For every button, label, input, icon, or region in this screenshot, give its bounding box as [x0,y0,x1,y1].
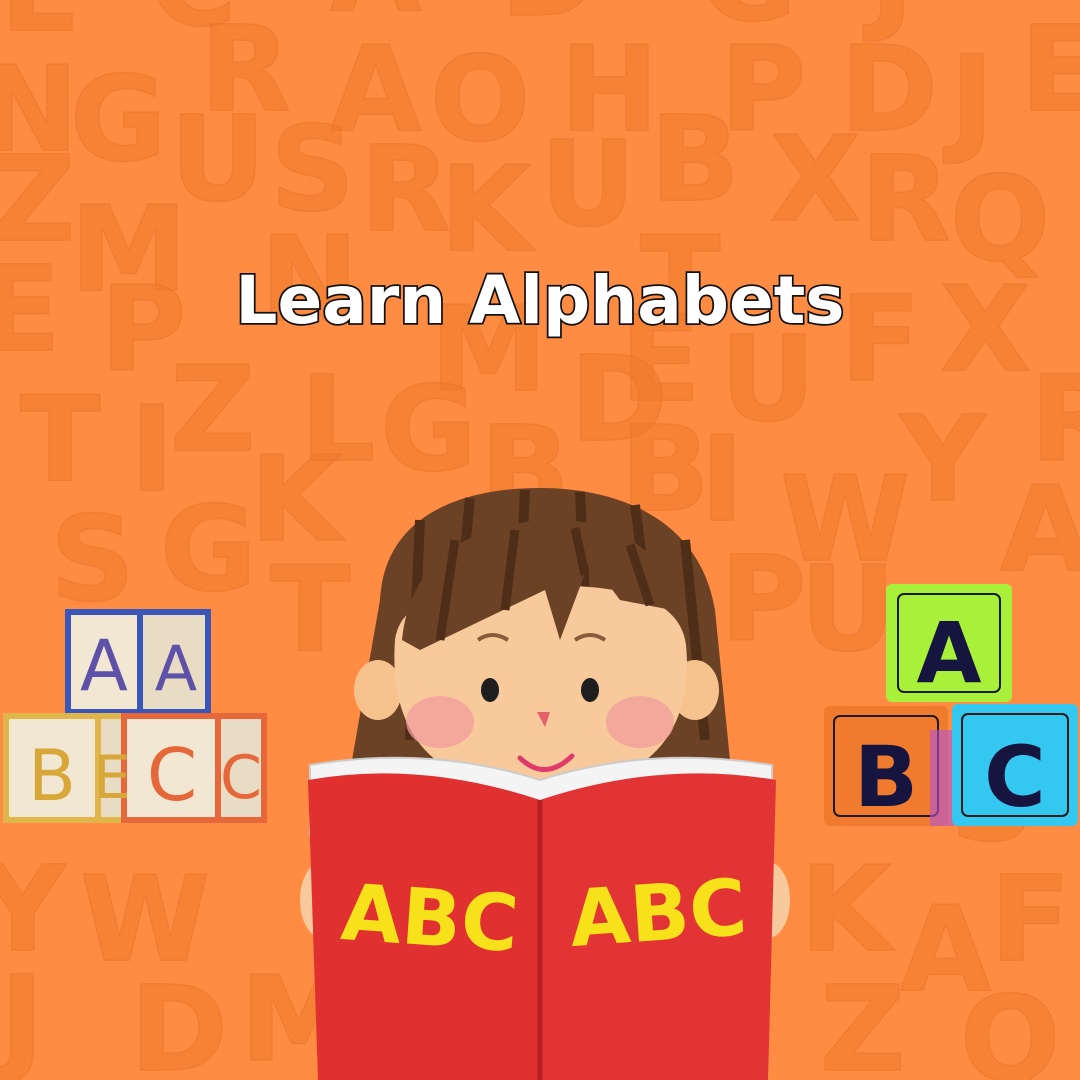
block-letter: C [220,743,262,813]
wooden-letter-blocks-icon: A A B E C C [3,609,267,823]
block-letter: E [93,743,131,813]
illustration: A A B E C C A B C ABC ABC [3,488,1078,1080]
toy-letter-blocks-icon: A B C [824,584,1078,826]
block-letter: A [155,632,197,705]
block-letter: A [916,604,981,702]
block-letter: A [80,625,128,707]
book-right-text: ABC [567,863,750,965]
book-left-text: ABC [338,868,521,970]
block-letter: B [28,735,76,817]
block-letter: B [854,728,918,826]
canvas: L C A D G J N G R A O H P D J E U S R K … [0,0,1080,1080]
block-letter: C [984,728,1046,826]
child-reading-book-icon: ABC ABC [300,488,790,1080]
block-letter: C [147,733,197,817]
